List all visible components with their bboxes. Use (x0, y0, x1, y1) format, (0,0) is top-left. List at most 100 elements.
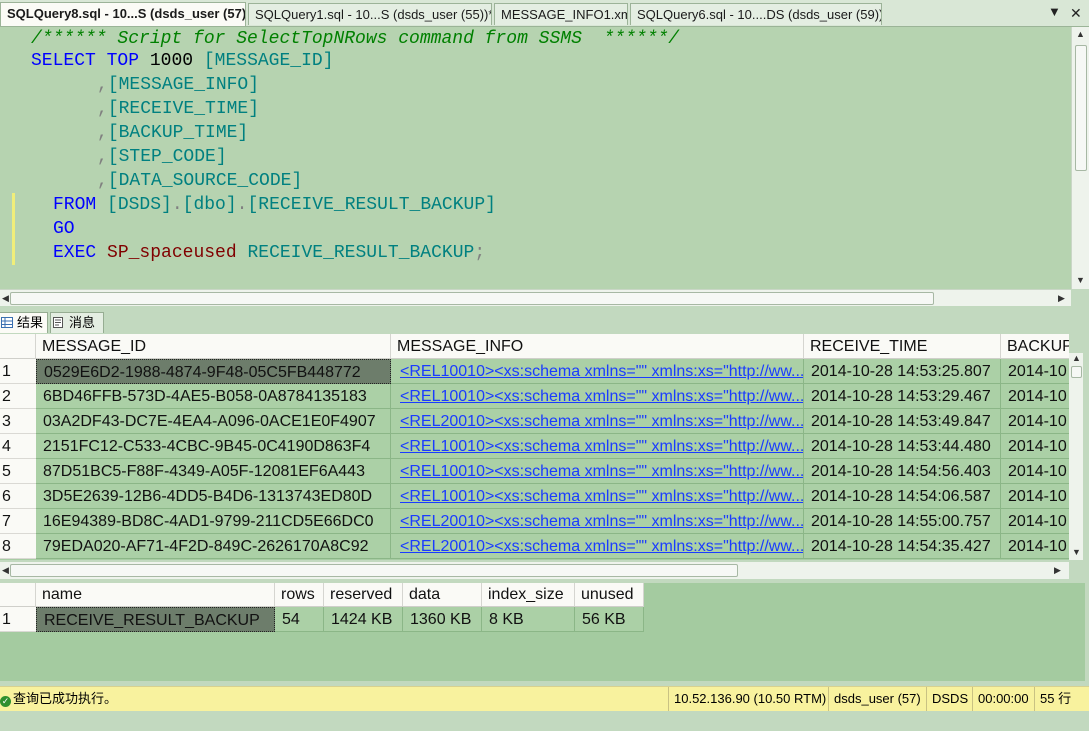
grid-horizontal-scrollbar[interactable]: ◀ ▶ (0, 562, 1069, 579)
column-header[interactable]: data (403, 583, 482, 607)
column-header[interactable]: reserved (324, 583, 403, 607)
cell-backup-time[interactable]: 2014-10 (1001, 459, 1069, 484)
row-header-corner (0, 583, 36, 607)
tab-sqlquery1[interactable]: SQLQuery1.sql - 10...S (dsds_user (55))* (248, 3, 492, 25)
cell-reserved[interactable]: 1424 KB (324, 607, 403, 632)
cell-backup-time[interactable]: 2014-10 (1001, 359, 1069, 384)
column-header[interactable]: RECEIVE_TIME (804, 334, 1001, 359)
row-number[interactable]: 2 (0, 384, 36, 409)
row-number[interactable]: 6 (0, 484, 36, 509)
column-header[interactable]: BACKUP_ (1001, 334, 1069, 359)
cell-message-info-link[interactable]: <REL10010><xs:schema xmlns="" xmlns:xs="… (391, 484, 804, 509)
editor-horizontal-scrollbar[interactable]: ◀ ▶ (0, 289, 1071, 307)
cell-message-id[interactable]: 0529E6D2-1988-4874-9F48-05C5FB448772 (36, 359, 391, 384)
tab-message-info1[interactable]: MESSAGE_INFO1.xml (494, 3, 628, 25)
cell-receive-time[interactable]: 2014-10-28 14:53:44.480 (804, 434, 1001, 459)
cell-message-info-link[interactable]: <REL10010><xs:schema xmlns="" xmlns:xs="… (391, 384, 804, 409)
cell-receive-time[interactable]: 2014-10-28 14:53:25.807 (804, 359, 1001, 384)
cell-message-info-link[interactable]: <REL10010><xs:schema xmlns="" xmlns:xs="… (391, 459, 804, 484)
cell-backup-time[interactable]: 2014-10 (1001, 484, 1069, 509)
cell-message-id[interactable]: 03A2DF43-DC7E-4EA4-A096-0ACE1E0F4907 (36, 409, 391, 434)
results-grid[interactable]: MESSAGE_ID MESSAGE_INFO RECEIVE_TIME BAC… (0, 334, 1069, 560)
row-number[interactable]: 4 (0, 434, 36, 459)
row-number[interactable]: 3 (0, 409, 36, 434)
scroll-down-icon[interactable]: ▼ (1072, 547, 1081, 557)
code-line-9: GO (53, 217, 75, 241)
scroll-thumb[interactable] (10, 564, 738, 577)
cell-message-info-link[interactable]: <REL20010><xs:schema xmlns="" xmlns:xs="… (391, 509, 804, 534)
scroll-thumb[interactable] (10, 292, 934, 305)
grid-vertical-scrollbar[interactable]: ▲ ▼ (1069, 353, 1083, 560)
cell-backup-time[interactable]: 2014-10 (1001, 434, 1069, 459)
scroll-right-icon[interactable]: ▶ (1058, 293, 1065, 304)
cell-backup-time[interactable]: 2014-10 (1001, 384, 1069, 409)
row-number[interactable]: 8 (0, 534, 36, 559)
code-line-7: ,[DATA_SOURCE_CODE] (97, 169, 302, 193)
row-number[interactable]: 7 (0, 509, 36, 534)
status-bar: ✓ 查询已成功执行。 10.52.136.90 (10.50 RTM) dsds_… (0, 686, 1089, 712)
comma: , (97, 123, 108, 143)
cell-message-info-link[interactable]: <REL10010><xs:schema xmlns="" xmlns:xs="… (391, 434, 804, 459)
spaceused-grid[interactable]: name rows reserved data index_size unuse… (0, 583, 1085, 681)
scroll-left-icon[interactable]: ◀ (2, 565, 9, 576)
column-message-id: [MESSAGE_ID] (203, 51, 334, 71)
tab-results-label: 结果 (17, 315, 44, 330)
column-header[interactable]: name (36, 583, 275, 607)
code-line-5: ,[BACKUP_TIME] (97, 121, 248, 145)
cell-backup-time[interactable]: 2014-10 (1001, 534, 1069, 559)
cell-unused[interactable]: 56 KB (575, 607, 644, 632)
cell-backup-time[interactable]: 2014-10 (1001, 509, 1069, 534)
cell-receive-time[interactable]: 2014-10-28 14:54:35.427 (804, 534, 1001, 559)
cell-message-id[interactable]: 87D51BC5-F88F-4349-A05F-12081EF6A443 (36, 459, 391, 484)
column-header[interactable]: index_size (482, 583, 575, 607)
column-header[interactable]: MESSAGE_INFO (391, 334, 804, 359)
scroll-up-icon[interactable]: ▲ (1076, 29, 1085, 39)
cell-rows[interactable]: 54 (275, 607, 324, 632)
cell-message-id[interactable]: 16E94389-BD8C-4AD1-9799-211CD5E66DC0 (36, 509, 391, 534)
cell-name[interactable]: RECEIVE_RESULT_BACKUP (36, 607, 275, 632)
row-number[interactable]: 1 (0, 359, 36, 384)
cell-message-info-link[interactable]: <REL10010><xs:schema xmlns="" xmlns:xs="… (391, 359, 804, 384)
cell-receive-time[interactable]: 2014-10-28 14:55:00.757 (804, 509, 1001, 534)
tab-results[interactable]: 结果 (0, 312, 48, 333)
cell-backup-time[interactable]: 2014-10 (1001, 409, 1069, 434)
column-header[interactable]: rows (275, 583, 324, 607)
cell-data[interactable]: 1360 KB (403, 607, 482, 632)
dot: . (171, 195, 183, 215)
cell-message-id[interactable]: 79EDA020-AF71-4F2D-849C-2626170A8C92 (36, 534, 391, 559)
tab-messages-label: 消息 (69, 315, 96, 330)
scroll-up-icon[interactable]: ▲ (1072, 353, 1081, 363)
scroll-down-icon[interactable]: ▼ (1076, 275, 1085, 285)
cell-receive-time[interactable]: 2014-10-28 14:53:49.847 (804, 409, 1001, 434)
scroll-right-icon[interactable]: ▶ (1054, 565, 1061, 576)
tab-sqlquery6[interactable]: SQLQuery6.sql - 10....DS (dsds_user (59)… (630, 3, 882, 25)
tab-list-chevron-icon[interactable]: ▼ (1048, 4, 1061, 19)
cell-message-id[interactable]: 2151FC12-C533-4CBC-9B45-0C4190D863F4 (36, 434, 391, 459)
cell-receive-time[interactable]: 2014-10-28 14:54:06.587 (804, 484, 1001, 509)
grid-icon (1, 317, 13, 328)
cell-index-size[interactable]: 8 KB (482, 607, 575, 632)
scroll-thumb[interactable] (1075, 45, 1087, 171)
close-icon[interactable]: ✕ (1070, 5, 1082, 22)
editor-vertical-scrollbar[interactable]: ▲ ▼ (1071, 27, 1089, 289)
cell-message-id[interactable]: 3D5E2639-12B6-4DD5-B4D6-1313743ED80D (36, 484, 391, 509)
tab-sqlquery8[interactable]: SQLQuery8.sql - 10...S (dsds_user (57))* (0, 2, 246, 26)
status-user: dsds_user (57) (828, 687, 925, 711)
column-header[interactable]: unused (575, 583, 644, 607)
cell-message-info-link[interactable]: <REL20010><xs:schema xmlns="" xmlns:xs="… (391, 534, 804, 559)
row-number[interactable]: 1 (0, 607, 36, 632)
row-number[interactable]: 5 (0, 459, 36, 484)
cell-message-id[interactable]: 6BD46FFB-573D-4AE5-B058-0A8784135183 (36, 384, 391, 409)
scroll-thumb[interactable] (1071, 366, 1082, 378)
procedure-name: SP_spaceused (107, 243, 237, 263)
column-data-source-code: [DATA_SOURCE_CODE] (107, 171, 303, 191)
column-backup-time: [BACKUP_TIME] (107, 123, 249, 143)
cell-receive-time[interactable]: 2014-10-28 14:53:29.467 (804, 384, 1001, 409)
sql-editor[interactable]: /****** Script for SelectTopNRows comman… (0, 27, 1071, 289)
scroll-left-icon[interactable]: ◀ (2, 293, 9, 304)
cell-receive-time[interactable]: 2014-10-28 14:54:56.403 (804, 459, 1001, 484)
tab-messages[interactable]: 消息 (50, 312, 104, 333)
cell-message-info-link[interactable]: <REL20010><xs:schema xmlns="" xmlns:xs="… (391, 409, 804, 434)
column-header[interactable]: MESSAGE_ID (36, 334, 391, 359)
exec-keyword: EXEC (53, 243, 97, 263)
